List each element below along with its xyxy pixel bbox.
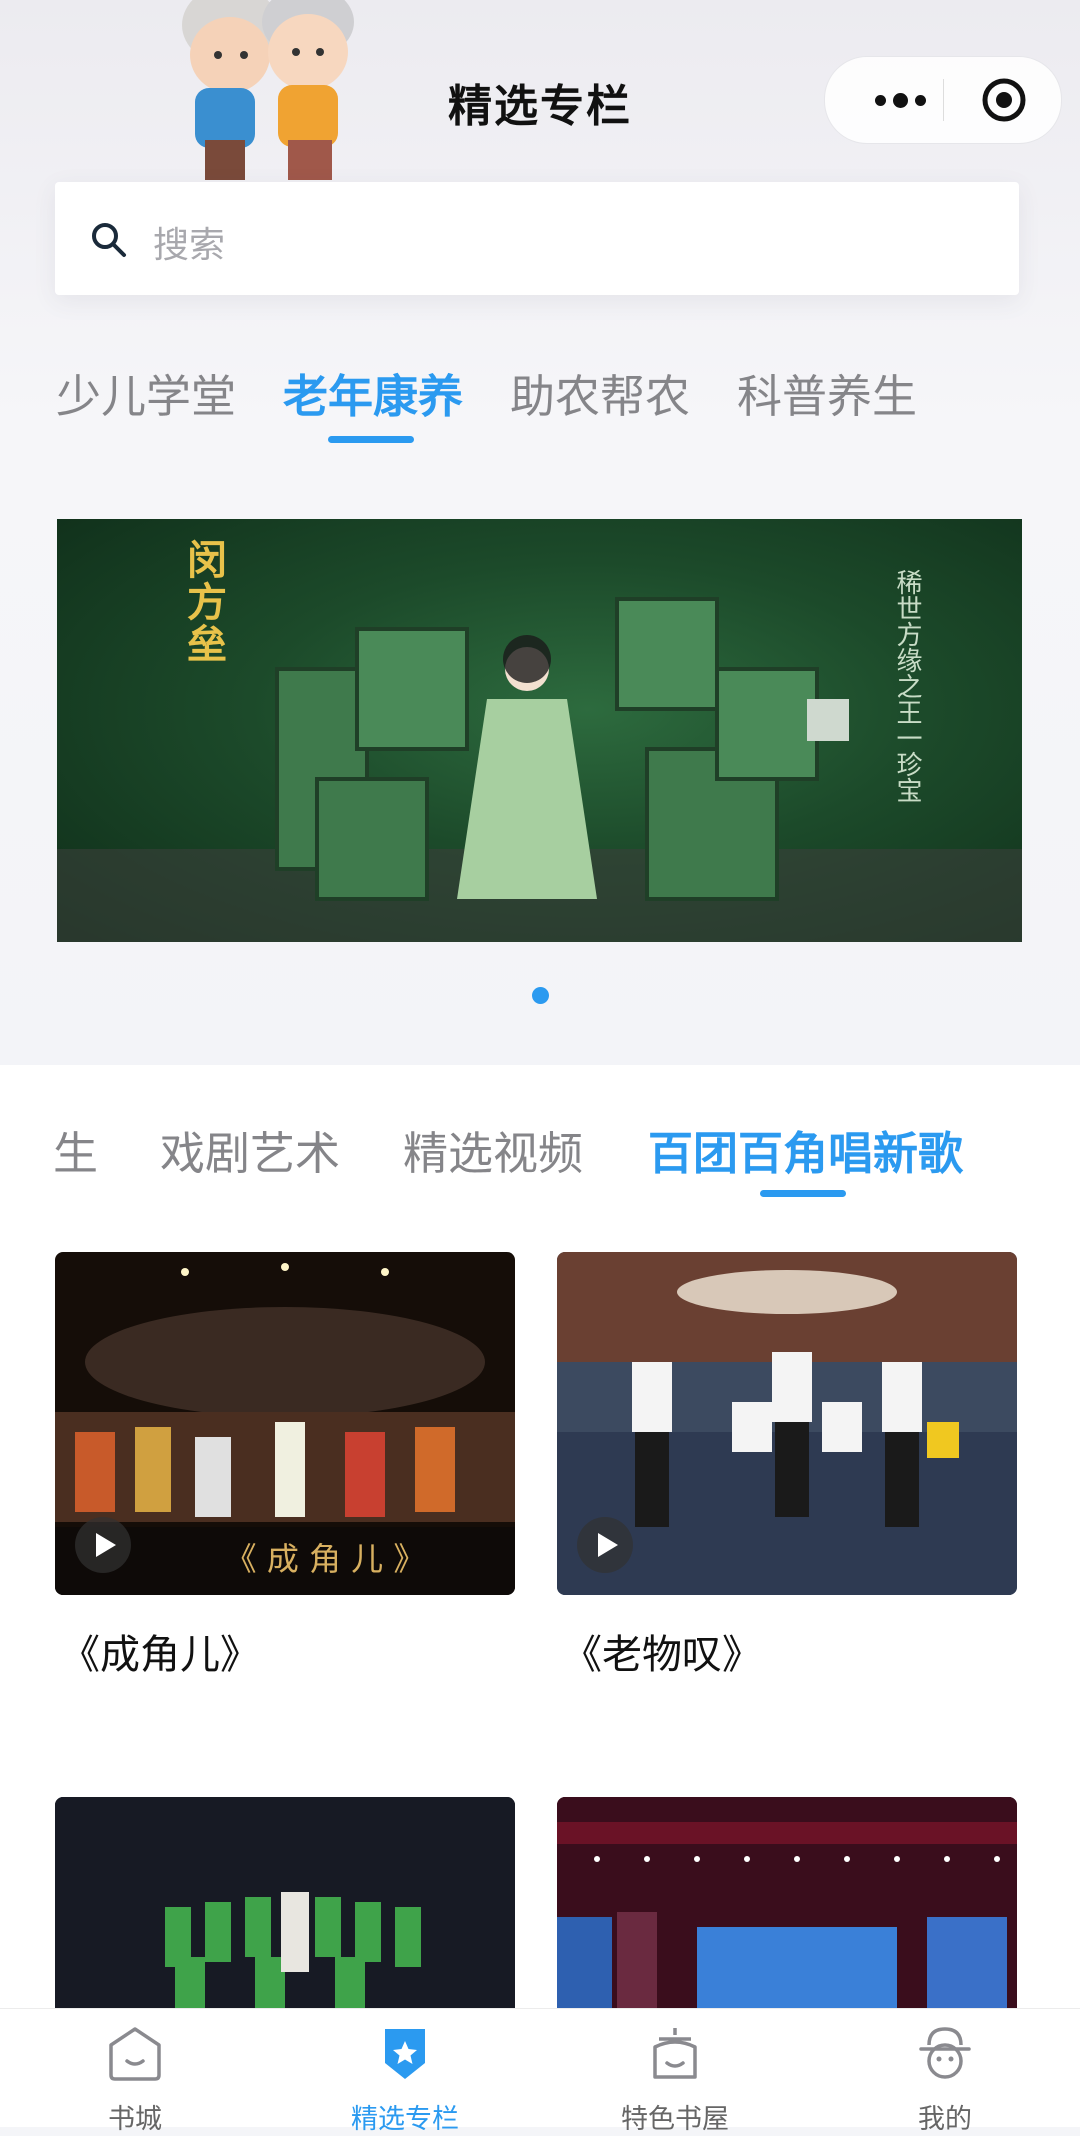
tabbar-item-bookstore[interactable]: 书城 xyxy=(0,2009,270,2135)
tab-children-school[interactable]: 少儿学堂 xyxy=(56,360,236,425)
video-card[interactable] xyxy=(55,1797,515,2008)
active-subtab-indicator xyxy=(760,1190,846,1197)
svg-text:稀世方缘之王一珍宝: 稀世方缘之王一珍宝 xyxy=(892,569,922,803)
video-thumbnail xyxy=(557,1797,1017,2008)
category-tabs: 少儿学堂 老年康养 助农帮农 科普养生 xyxy=(0,360,1080,450)
svg-text:方: 方 xyxy=(187,579,227,626)
tabbar-label: 我的 xyxy=(918,2104,972,2135)
video-card[interactable]: 《 成 角 儿 》 xyxy=(55,1252,515,1595)
play-icon[interactable] xyxy=(75,1517,131,1573)
subtab-partial[interactable]: 生 xyxy=(53,1117,98,1182)
tab-elderly-care[interactable]: 老年康养 xyxy=(283,360,463,425)
subtab-hundred-troupes[interactable]: 百团百角唱新歌 xyxy=(648,1117,963,1182)
subtab-drama-art[interactable]: 戏剧艺术 xyxy=(160,1117,340,1182)
tab-agriculture-help[interactable]: 助农帮农 xyxy=(510,360,690,425)
play-icon[interactable] xyxy=(577,1517,633,1573)
tabbar-item-featured[interactable]: 精选专栏 xyxy=(270,2009,540,2135)
profile-icon xyxy=(919,2027,971,2079)
subtab-selected-videos[interactable]: 精选视频 xyxy=(403,1117,583,1182)
featured-badge-icon xyxy=(385,2029,425,2079)
banner-opera-poster: 闵 方 垒 稀世方缘之王一珍宝 xyxy=(57,537,1022,942)
video-overlay-title: 《 成 角 儿 》 xyxy=(225,1540,426,1578)
tabbar-item-profile[interactable]: 我的 xyxy=(810,2009,1080,2135)
capsule-divider xyxy=(943,79,944,121)
special-house-icon xyxy=(653,2028,697,2079)
video-card[interactable] xyxy=(557,1797,1017,2008)
video-card[interactable] xyxy=(557,1252,1017,1595)
carousel-indicator-dot[interactable] xyxy=(532,987,549,1004)
search-placeholder: 搜索 xyxy=(153,225,226,266)
tabbar-label: 精选专栏 xyxy=(351,2104,459,2135)
tab-science-health[interactable]: 科普养生 xyxy=(737,360,917,425)
tabbar-label: 书城 xyxy=(108,2104,162,2135)
tabbar-label: 特色书屋 xyxy=(621,2104,729,2135)
search-icon xyxy=(92,223,126,257)
video-thumbnail xyxy=(55,1797,515,2008)
active-tab-indicator xyxy=(328,436,414,443)
more-options-icon[interactable] xyxy=(855,77,945,123)
video-caption[interactable]: 《老物叹》 xyxy=(562,1622,762,1680)
banner-title-text: 闵 xyxy=(187,537,227,584)
close-miniprogram-icon[interactable] xyxy=(981,77,1027,123)
search-bar[interactable]: 搜索 xyxy=(55,182,1019,295)
miniprogram-capsule xyxy=(824,56,1062,144)
bottom-tab-bar: 书城 精选专栏 特色书屋 我的 xyxy=(0,2008,1080,2135)
bookstore-home-icon xyxy=(109,2027,161,2081)
video-caption[interactable]: 《成角儿》 xyxy=(60,1622,260,1680)
banner-carousel[interactable]: 闵 方 垒 稀世方缘之王一珍宝 xyxy=(57,519,1022,942)
tabbar-item-special-house[interactable]: 特色书屋 xyxy=(540,2009,810,2135)
svg-text:垒: 垒 xyxy=(187,621,227,668)
